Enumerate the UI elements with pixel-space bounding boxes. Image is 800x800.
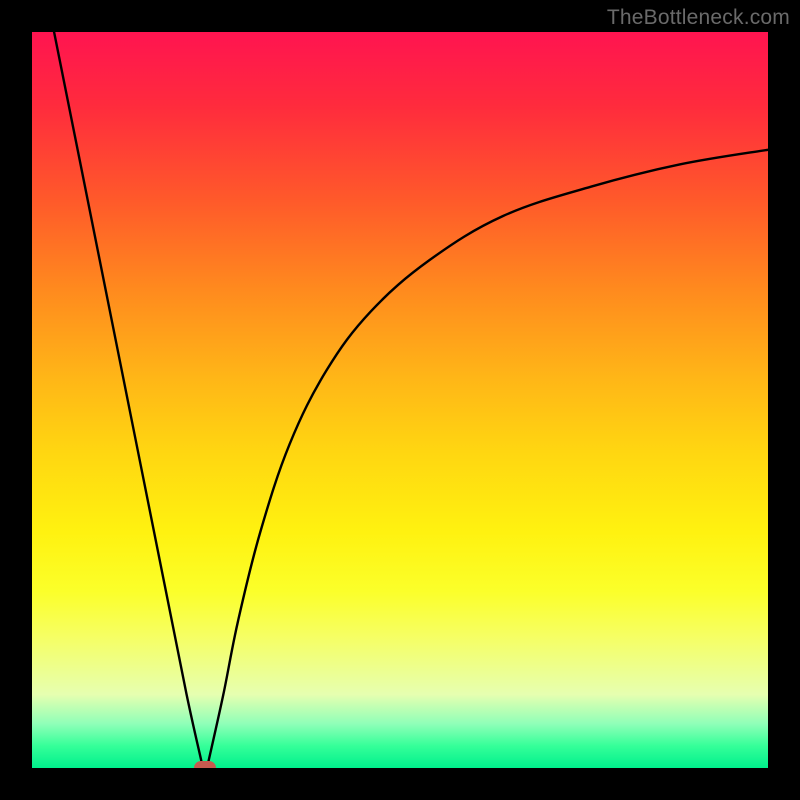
curve-left-branch (54, 32, 201, 761)
plot-area (32, 32, 768, 768)
watermark-text: TheBottleneck.com (607, 6, 790, 30)
bottleneck-curve (32, 32, 768, 768)
chart-frame: TheBottleneck.com (0, 0, 800, 800)
curve-right-branch (209, 150, 768, 761)
minimum-marker (194, 761, 216, 768)
